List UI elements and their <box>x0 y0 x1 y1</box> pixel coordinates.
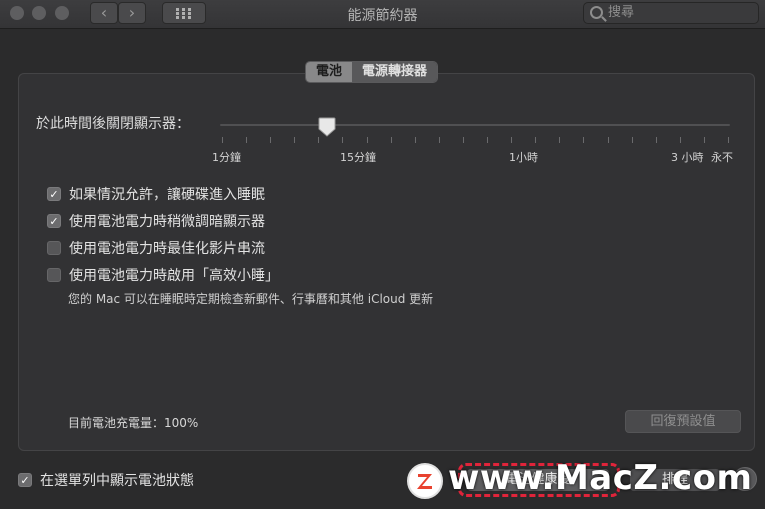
slider-tick <box>366 137 368 143</box>
slider-tick <box>222 137 223 143</box>
slider-tick <box>462 137 464 143</box>
option-power-nap[interactable]: 使用電池電力時啟用「高效小睡」 <box>47 266 279 284</box>
slider-tick <box>728 137 729 143</box>
checkbox-checked-icon[interactable]: ✓ <box>47 187 61 201</box>
slider-tick <box>511 137 513 143</box>
checkbox-unchecked-icon[interactable] <box>47 241 61 255</box>
slider-tick <box>438 137 440 143</box>
tab-control: 電池 電源轉接器 <box>305 61 439 83</box>
slider-tick <box>583 137 585 143</box>
menubar-option-label: 在選單列中顯示電池狀態 <box>40 473 194 489</box>
option-video-streaming[interactable]: 使用電池電力時最佳化影片串流 <box>47 239 265 257</box>
checkbox-unchecked-icon[interactable] <box>47 268 61 282</box>
slider-tick <box>559 137 561 143</box>
show-battery-in-menubar[interactable]: ✓ 在選單列中顯示電池狀態 <box>18 471 194 489</box>
option-dim-display[interactable]: ✓ 使用電池電力時稍微調暗顯示器 <box>47 212 265 230</box>
watermark-logo <box>407 463 443 499</box>
slider-tick <box>270 137 272 143</box>
slider-tick <box>535 137 537 143</box>
tick-label-1min: 1分鐘 <box>212 151 241 164</box>
restore-defaults-button[interactable]: 回復預設值 <box>625 410 741 433</box>
slider-tick <box>655 137 657 143</box>
tab-power-adapter[interactable]: 電源轉接器 <box>352 62 438 82</box>
tick-label-never: 永不 <box>711 151 733 164</box>
checkbox-checked-icon[interactable]: ✓ <box>47 214 61 228</box>
tick-label-1hour: 1小時 <box>509 151 538 164</box>
slider-tick <box>318 137 320 143</box>
slider-tick <box>414 137 416 143</box>
search-icon <box>590 6 603 19</box>
slider-tick <box>246 137 248 143</box>
tick-label-3hours: 3 小時 <box>671 151 704 164</box>
slider-tick <box>703 137 705 143</box>
slider-thumb[interactable] <box>318 117 336 137</box>
display-sleep-label: 於此時間後關閉顯示器： <box>36 116 190 132</box>
slider-tick <box>390 137 392 143</box>
title-bar: ‹ › 能源節約器 搜尋 <box>0 0 765 29</box>
option-label: 使用電池電力時最佳化影片串流 <box>69 241 265 257</box>
option-label: 使用電池電力時啟用「高效小睡」 <box>69 268 279 284</box>
slider-tick <box>342 137 344 143</box>
display-sleep-slider[interactable] <box>220 124 730 126</box>
tick-label-15min: 15分鐘 <box>340 151 376 164</box>
power-nap-note: 您的 Mac 可以在睡眠時定期檢查新郵件、行事曆和其他 iCloud 更新 <box>68 292 434 306</box>
watermark-text: www.MacZ.com <box>448 458 753 498</box>
search-field[interactable]: 搜尋 <box>583 2 759 24</box>
checkbox-checked-icon[interactable]: ✓ <box>18 473 32 487</box>
slider-tick <box>679 137 681 143</box>
battery-charge-status: 目前電池充電量：100% <box>68 416 199 430</box>
option-hard-disk-sleep[interactable]: ✓ 如果情況允許，讓硬碟進入睡眠 <box>47 185 265 203</box>
slider-tick <box>607 137 609 143</box>
search-placeholder: 搜尋 <box>608 5 635 20</box>
slider-tick <box>631 137 633 143</box>
option-label: 使用電池電力時稍微調暗顯示器 <box>69 214 265 230</box>
option-label: 如果情況允許，讓硬碟進入睡眠 <box>69 187 265 203</box>
slider-tick <box>294 137 296 143</box>
tab-battery[interactable]: 電池 <box>306 62 353 82</box>
slider-tick <box>487 137 489 143</box>
